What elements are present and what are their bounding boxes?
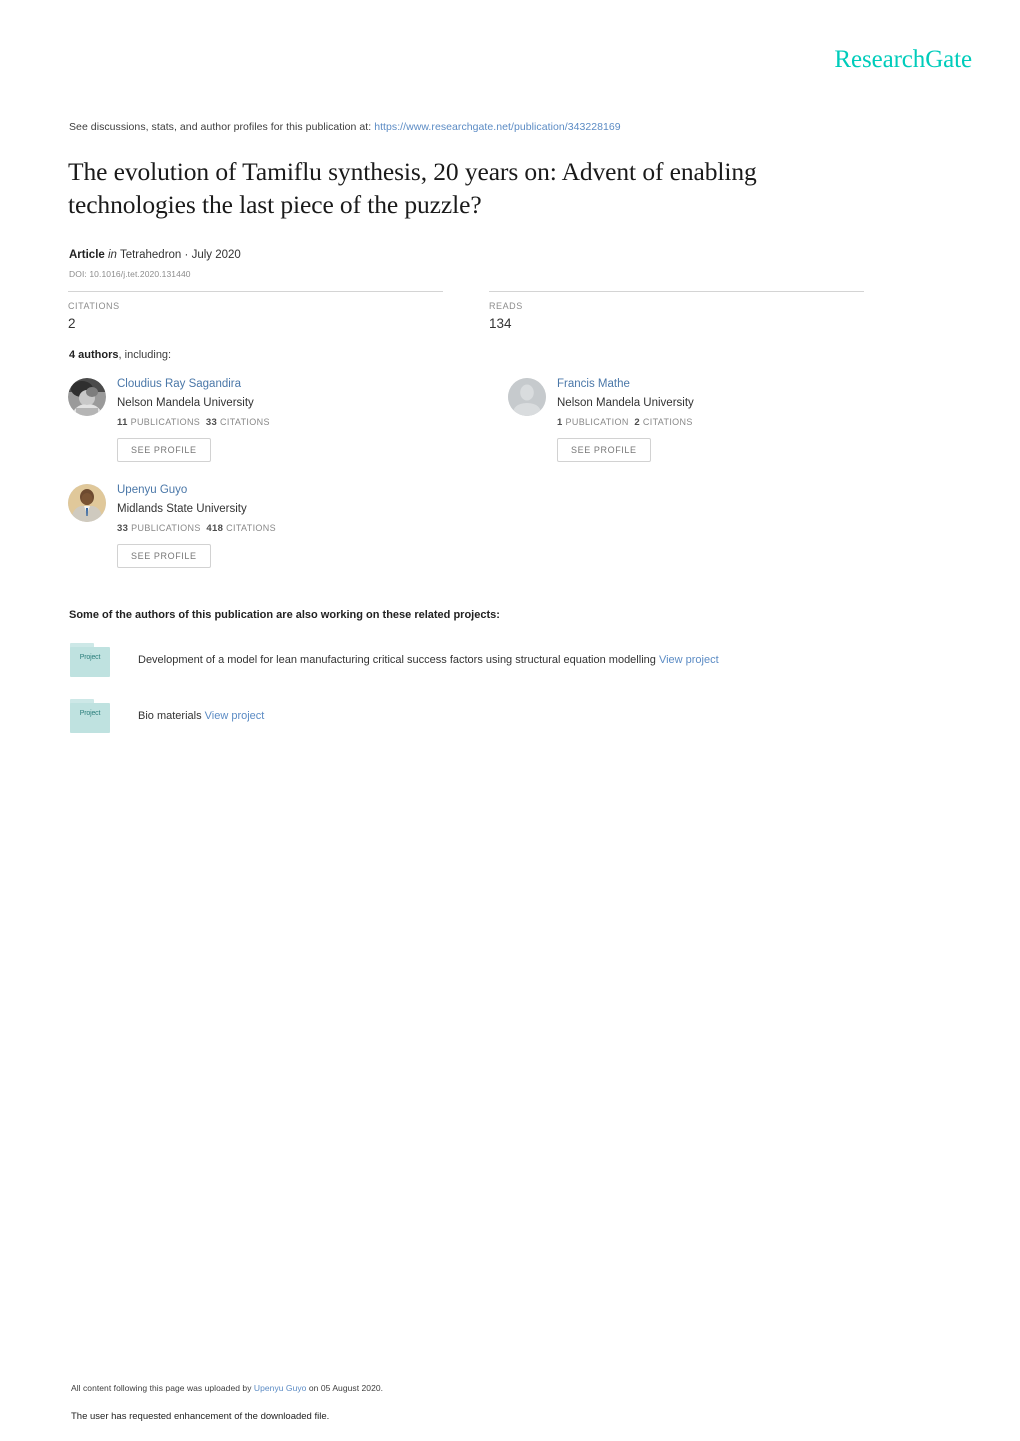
author-stats: 1 PUBLICATION 2 CITATIONS (557, 417, 694, 428)
related-projects-list: Project Development of a model for lean … (70, 643, 930, 755)
authors-heading: 4 authors, including: (69, 349, 171, 361)
article-type: Article (69, 249, 105, 261)
project-folder-icon: Project (70, 643, 110, 677)
author-publications-count: 33 (117, 523, 129, 534)
project-row: Project Development of a model for lean … (70, 643, 930, 677)
stats-row: CITATIONS 2 READS 134 (68, 291, 910, 331)
author-stats: 33 PUBLICATIONS 418 CITATIONS (117, 523, 276, 534)
footer-upload-suffix: on 05 August 2020. (308, 1383, 384, 1393)
project-folder-icon: Project (70, 699, 110, 733)
footer-uploader-link[interactable]: Upenyu Guyo (254, 1383, 307, 1393)
stat-citations: CITATIONS 2 (68, 291, 443, 331)
stat-divider (489, 291, 864, 292)
stat-value-citations: 2 (68, 316, 76, 331)
author-publications-count: 11 (117, 417, 128, 428)
article-date: July 2020 (191, 249, 241, 261)
avatar-photo-grayscale-icon (68, 378, 106, 416)
view-project-link[interactable]: View project (205, 710, 265, 722)
brand-wordmark: ResearchGate (834, 46, 972, 73)
author-publications-label: PUBLICATIONS (131, 523, 201, 533)
author-stats: 11 PUBLICATIONS 33 CITATIONS (117, 417, 270, 428)
author-citations-label: CITATIONS (642, 417, 693, 427)
folder-body (70, 647, 110, 677)
authors-count: 4 authors (69, 349, 119, 361)
author-name-link[interactable]: Francis Mathe (557, 377, 694, 392)
author-citations-label: CITATIONS (220, 417, 270, 427)
article-journal: Tetrahedron (119, 249, 182, 261)
author-citations-count: 33 (205, 417, 218, 428)
project-text: Development of a model for lean manufact… (138, 652, 719, 668)
footer-enhancement-note: The user has requested enhancement of th… (71, 1411, 330, 1422)
footer-upload-line: All content following this page was uplo… (71, 1383, 771, 1393)
author-affiliation: Nelson Mandela University (557, 397, 694, 409)
see-profile-button[interactable]: SEE PROFILE (557, 438, 651, 462)
author-card: Francis Mathe Nelson Mandela University … (508, 376, 948, 462)
author-grid: Cloudius Ray Sagandira Nelson Mandela Un… (68, 376, 948, 588)
author-publications-label: PUBLICATION (565, 417, 629, 427)
see-profile-button[interactable]: SEE PROFILE (117, 544, 211, 568)
folder-label: Project (79, 654, 101, 661)
article-meta: Article in Tetrahedron · July 2020 (69, 249, 241, 261)
author-citations-count: 2 (634, 417, 641, 428)
discussions-line: See discussions, stats, and author profi… (69, 121, 621, 133)
see-profile-button[interactable]: SEE PROFILE (117, 438, 211, 462)
researchgate-logo[interactable]: ResearchGate (834, 46, 972, 74)
avatar-photo-color-icon (68, 484, 106, 522)
project-row: Project Bio materials View project (70, 699, 930, 733)
author-publications-count: 1 (557, 417, 563, 428)
author-affiliation: Nelson Mandela University (117, 397, 254, 409)
author-card: Cloudius Ray Sagandira Nelson Mandela Un… (68, 376, 508, 462)
page-title: The evolution of Tamiflu synthesis, 20 y… (68, 157, 757, 219)
researchgate-cover-page: ResearchGate See discussions, stats, and… (0, 0, 1020, 1441)
project-text: Bio materials View project (138, 708, 264, 724)
stat-label-reads: READS (489, 301, 523, 311)
stat-divider (68, 291, 443, 292)
author-body: Upenyu Guyo Midlands State University 33… (117, 482, 276, 568)
folder-body (70, 703, 110, 733)
related-projects-heading: Some of the authors of this publication … (69, 609, 500, 621)
discussions-prefix: See discussions, stats, and author profi… (69, 121, 372, 133)
folder-label: Project (79, 710, 101, 717)
stat-label-citations: CITATIONS (68, 301, 120, 311)
author-body: Francis Mathe Nelson Mandela University … (557, 376, 694, 462)
author-name-link[interactable]: Cloudius Ray Sagandira (117, 377, 270, 392)
author-card: Upenyu Guyo Midlands State University 33… (68, 482, 508, 568)
article-doi: DOI: 10.1016/j.tet.2020.131440 (69, 269, 191, 279)
author-name-link[interactable]: Upenyu Guyo (117, 483, 276, 498)
author-row: Cloudius Ray Sagandira Nelson Mandela Un… (68, 376, 948, 482)
footer-upload-prefix: All content following this page was uplo… (71, 1383, 252, 1393)
avatar-placeholder-person-icon (508, 378, 546, 416)
author-publications-label: PUBLICATIONS (130, 417, 201, 427)
article-in-word: in (108, 249, 117, 261)
author-row: Upenyu Guyo Midlands State University 33… (68, 482, 948, 588)
avatar[interactable] (508, 378, 546, 416)
author-affiliation: Midlands State University (117, 503, 247, 515)
authors-heading-suffix: , including: (118, 349, 172, 361)
article-meta-separator: · (184, 249, 189, 261)
avatar[interactable] (68, 484, 106, 522)
view-project-link[interactable]: View project (659, 654, 719, 666)
publication-url-link[interactable]: https://www.researchgate.net/publication… (374, 121, 621, 133)
author-citations-label: CITATIONS (226, 523, 276, 533)
project-title: Development of a model for lean manufact… (138, 654, 656, 666)
stat-reads: READS 134 (489, 291, 864, 331)
author-citations-count: 418 (206, 523, 224, 534)
project-title: Bio materials (138, 710, 202, 722)
footer: All content following this page was uplo… (71, 1383, 771, 1422)
stat-value-reads: 134 (489, 316, 512, 331)
avatar[interactable] (68, 378, 106, 416)
author-body: Cloudius Ray Sagandira Nelson Mandela Un… (117, 376, 270, 462)
